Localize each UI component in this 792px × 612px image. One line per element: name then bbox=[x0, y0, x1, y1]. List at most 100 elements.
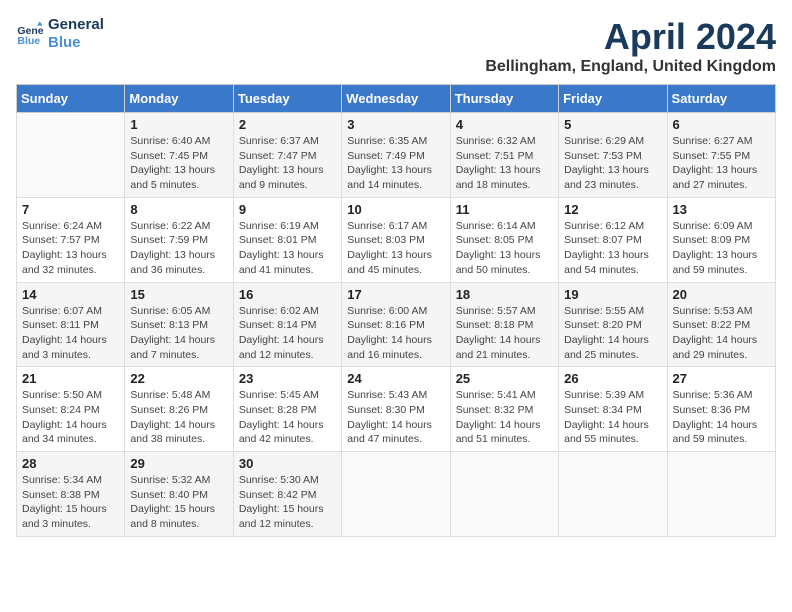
day-number: 14 bbox=[22, 287, 119, 302]
calendar-cell: 10 Sunrise: 6:17 AM Sunset: 8:03 PM Dayli… bbox=[342, 197, 450, 282]
day-number: 24 bbox=[347, 371, 444, 386]
day-detail: Sunrise: 5:34 AM Sunset: 8:38 PM Dayligh… bbox=[22, 473, 119, 532]
calendar-cell: 4 Sunrise: 6:32 AM Sunset: 7:51 PM Daylig… bbox=[450, 113, 558, 198]
calendar-cell: 12 Sunrise: 6:12 AM Sunset: 8:07 PM Dayli… bbox=[559, 197, 667, 282]
calendar-cell bbox=[559, 452, 667, 537]
day-number: 9 bbox=[239, 202, 336, 217]
day-detail: Sunrise: 6:35 AM Sunset: 7:49 PM Dayligh… bbox=[347, 134, 444, 193]
day-header-thursday: Thursday bbox=[450, 85, 558, 113]
calendar-cell: 18Sunrise: 5:57 AM Sunset: 8:18 PM Dayli… bbox=[450, 282, 558, 367]
calendar-table: SundayMondayTuesdayWednesdayThursdayFrid… bbox=[16, 84, 776, 537]
calendar-cell: 9Sunrise: 6:19 AM Sunset: 8:01 PM Daylig… bbox=[233, 197, 341, 282]
day-number: 26 bbox=[564, 371, 661, 386]
day-number: 20 bbox=[673, 287, 770, 302]
logo-line2: Blue bbox=[48, 34, 104, 52]
day-header-saturday: Saturday bbox=[667, 85, 775, 113]
calendar-cell: 15Sunrise: 6:05 AM Sunset: 8:13 PM Dayli… bbox=[125, 282, 233, 367]
day-header-friday: Friday bbox=[559, 85, 667, 113]
calendar-cell: 2 Sunrise: 6:37 AM Sunset: 7:47 PM Daylig… bbox=[233, 113, 341, 198]
calendar-cell: 23Sunrise: 5:45 AM Sunset: 8:28 PM Dayli… bbox=[233, 367, 341, 452]
day-detail: Sunrise: 6:40 AM Sunset: 7:45 PM Dayligh… bbox=[130, 134, 227, 193]
calendar-cell: 11 Sunrise: 6:14 AM Sunset: 8:05 PM Dayli… bbox=[450, 197, 558, 282]
day-header-tuesday: Tuesday bbox=[233, 85, 341, 113]
calendar-cell bbox=[17, 113, 125, 198]
day-detail: Sunrise: 6:22 AM Sunset: 7:59 PM Dayligh… bbox=[130, 219, 227, 278]
calendar-cell: 5Sunrise: 6:29 AM Sunset: 7:53 PM Daylig… bbox=[559, 113, 667, 198]
calendar-cell: 13 Sunrise: 6:09 AM Sunset: 8:09 PM Dayli… bbox=[667, 197, 775, 282]
calendar-cell: 21 Sunrise: 5:50 AM Sunset: 8:24 PM Dayli… bbox=[17, 367, 125, 452]
calendar-title: April 2024 bbox=[485, 16, 776, 58]
day-detail: Sunrise: 6:37 AM Sunset: 7:47 PM Dayligh… bbox=[239, 134, 336, 193]
day-detail: Sunrise: 6:29 AM Sunset: 7:53 PM Dayligh… bbox=[564, 134, 661, 193]
calendar-cell: 29 Sunrise: 5:32 AM Sunset: 8:40 PM Dayli… bbox=[125, 452, 233, 537]
calendar-header: SundayMondayTuesdayWednesdayThursdayFrid… bbox=[17, 85, 776, 113]
calendar-cell: 25 Sunrise: 5:41 AM Sunset: 8:32 PM Dayli… bbox=[450, 367, 558, 452]
calendar-cell bbox=[450, 452, 558, 537]
day-detail: Sunrise: 5:39 AM Sunset: 8:34 PM Dayligh… bbox=[564, 388, 661, 447]
calendar-cell: 8Sunrise: 6:22 AM Sunset: 7:59 PM Daylig… bbox=[125, 197, 233, 282]
title-block: April 2024 Bellingham, England, United K… bbox=[485, 16, 776, 76]
day-number: 27 bbox=[673, 371, 770, 386]
day-detail: Sunrise: 5:55 AM Sunset: 8:20 PM Dayligh… bbox=[564, 304, 661, 363]
day-number: 4 bbox=[456, 117, 553, 132]
day-detail: Sunrise: 6:24 AM Sunset: 7:57 PM Dayligh… bbox=[22, 219, 119, 278]
week-row-4: 21 Sunrise: 5:50 AM Sunset: 8:24 PM Dayli… bbox=[17, 367, 776, 452]
calendar-cell bbox=[342, 452, 450, 537]
page-header: General Blue General Blue April 2024 Bel… bbox=[16, 16, 776, 76]
day-detail: Sunrise: 6:09 AM Sunset: 8:09 PM Dayligh… bbox=[673, 219, 770, 278]
day-number: 21 bbox=[22, 371, 119, 386]
day-number: 13 bbox=[673, 202, 770, 217]
day-number: 3 bbox=[347, 117, 444, 132]
calendar-cell: 14 Sunrise: 6:07 AM Sunset: 8:11 PM Dayli… bbox=[17, 282, 125, 367]
day-detail: Sunrise: 5:32 AM Sunset: 8:40 PM Dayligh… bbox=[130, 473, 227, 532]
week-row-5: 28 Sunrise: 5:34 AM Sunset: 8:38 PM Dayli… bbox=[17, 452, 776, 537]
day-number: 15 bbox=[130, 287, 227, 302]
day-number: 2 bbox=[239, 117, 336, 132]
day-number: 10 bbox=[347, 202, 444, 217]
logo-line1: General bbox=[48, 16, 104, 34]
day-number: 30 bbox=[239, 456, 336, 471]
day-detail: Sunrise: 6:32 AM Sunset: 7:51 PM Dayligh… bbox=[456, 134, 553, 193]
calendar-cell bbox=[667, 452, 775, 537]
calendar-cell: 22 Sunrise: 5:48 AM Sunset: 8:26 PM Dayli… bbox=[125, 367, 233, 452]
day-number: 19 bbox=[564, 287, 661, 302]
day-detail: Sunrise: 6:17 AM Sunset: 8:03 PM Dayligh… bbox=[347, 219, 444, 278]
calendar-cell: 19 Sunrise: 5:55 AM Sunset: 8:20 PM Dayli… bbox=[559, 282, 667, 367]
calendar-subtitle: Bellingham, England, United Kingdom bbox=[485, 58, 776, 76]
day-header-sunday: Sunday bbox=[17, 85, 125, 113]
calendar-cell: 30Sunrise: 5:30 AM Sunset: 8:42 PM Dayli… bbox=[233, 452, 341, 537]
calendar-cell: 26 Sunrise: 5:39 AM Sunset: 8:34 PM Dayli… bbox=[559, 367, 667, 452]
calendar-cell: 16Sunrise: 6:02 AM Sunset: 8:14 PM Dayli… bbox=[233, 282, 341, 367]
day-detail: Sunrise: 6:27 AM Sunset: 7:55 PM Dayligh… bbox=[673, 134, 770, 193]
calendar-cell: 7Sunrise: 6:24 AM Sunset: 7:57 PM Daylig… bbox=[17, 197, 125, 282]
day-number: 6 bbox=[673, 117, 770, 132]
calendar-cell: 27 Sunrise: 5:36 AM Sunset: 8:36 PM Dayli… bbox=[667, 367, 775, 452]
day-number: 12 bbox=[564, 202, 661, 217]
day-number: 28 bbox=[22, 456, 119, 471]
day-number: 11 bbox=[456, 202, 553, 217]
day-detail: Sunrise: 5:41 AM Sunset: 8:32 PM Dayligh… bbox=[456, 388, 553, 447]
day-detail: Sunrise: 5:43 AM Sunset: 8:30 PM Dayligh… bbox=[347, 388, 444, 447]
day-detail: Sunrise: 6:14 AM Sunset: 8:05 PM Dayligh… bbox=[456, 219, 553, 278]
day-number: 1 bbox=[130, 117, 227, 132]
day-number: 17 bbox=[347, 287, 444, 302]
day-number: 29 bbox=[130, 456, 227, 471]
day-detail: Sunrise: 5:36 AM Sunset: 8:36 PM Dayligh… bbox=[673, 388, 770, 447]
day-detail: Sunrise: 6:07 AM Sunset: 8:11 PM Dayligh… bbox=[22, 304, 119, 363]
calendar-cell: 1 Sunrise: 6:40 AM Sunset: 7:45 PM Daylig… bbox=[125, 113, 233, 198]
day-header-wednesday: Wednesday bbox=[342, 85, 450, 113]
week-row-1: 1 Sunrise: 6:40 AM Sunset: 7:45 PM Daylig… bbox=[17, 113, 776, 198]
day-detail: Sunrise: 6:02 AM Sunset: 8:14 PM Dayligh… bbox=[239, 304, 336, 363]
day-number: 25 bbox=[456, 371, 553, 386]
day-detail: Sunrise: 5:50 AM Sunset: 8:24 PM Dayligh… bbox=[22, 388, 119, 447]
logo: General Blue General Blue bbox=[16, 16, 104, 52]
calendar-cell: 20Sunrise: 5:53 AM Sunset: 8:22 PM Dayli… bbox=[667, 282, 775, 367]
calendar-cell: 17Sunrise: 6:00 AM Sunset: 8:16 PM Dayli… bbox=[342, 282, 450, 367]
calendar-cell: 3 Sunrise: 6:35 AM Sunset: 7:49 PM Daylig… bbox=[342, 113, 450, 198]
calendar-body: 1 Sunrise: 6:40 AM Sunset: 7:45 PM Daylig… bbox=[17, 113, 776, 537]
day-detail: Sunrise: 6:12 AM Sunset: 8:07 PM Dayligh… bbox=[564, 219, 661, 278]
day-detail: Sunrise: 5:48 AM Sunset: 8:26 PM Dayligh… bbox=[130, 388, 227, 447]
day-detail: Sunrise: 5:45 AM Sunset: 8:28 PM Dayligh… bbox=[239, 388, 336, 447]
day-number: 22 bbox=[130, 371, 227, 386]
week-row-3: 14 Sunrise: 6:07 AM Sunset: 8:11 PM Dayli… bbox=[17, 282, 776, 367]
